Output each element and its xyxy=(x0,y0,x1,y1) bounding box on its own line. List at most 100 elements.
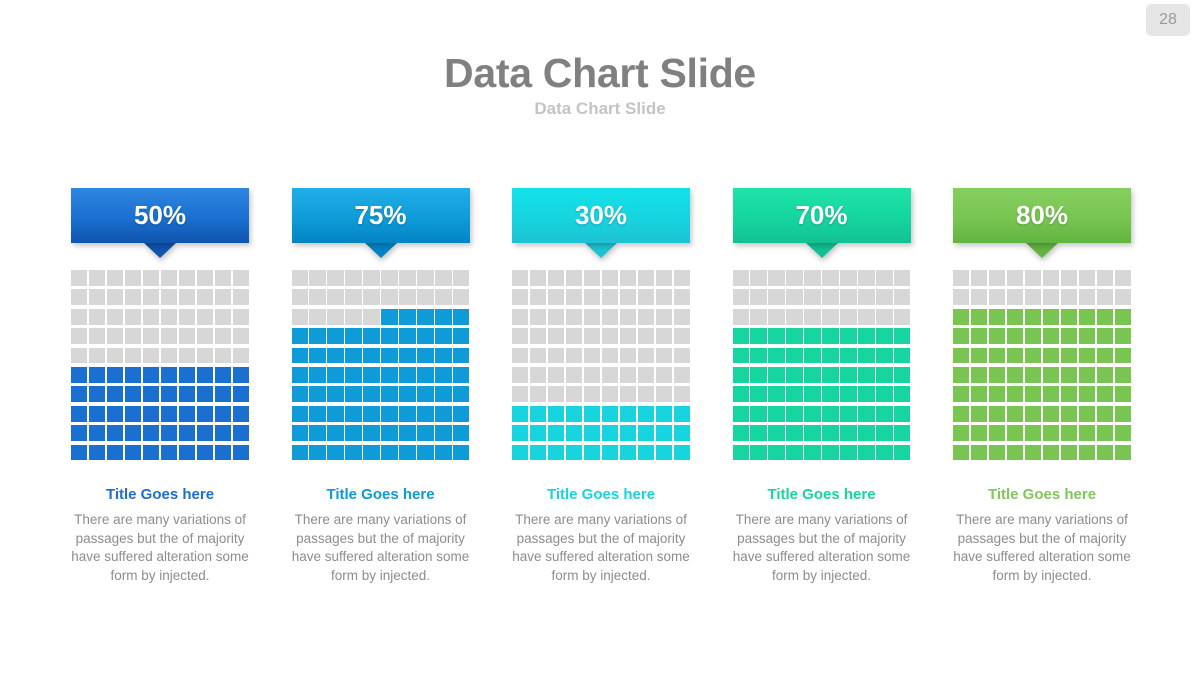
waffle-cell xyxy=(399,405,416,422)
waffle-cell xyxy=(381,444,398,461)
waffle-cell xyxy=(1024,405,1042,422)
waffle-cell xyxy=(1078,366,1096,383)
waffle-cell xyxy=(88,444,106,461)
waffle-cell xyxy=(196,425,214,441)
data-columns-container: 50% Title Goes here There are many variati… xyxy=(62,188,1140,585)
waffle-cell xyxy=(822,386,839,403)
waffle-cell xyxy=(124,270,142,286)
waffle-cell xyxy=(565,308,583,325)
waffle-cell xyxy=(768,444,785,461)
waffle-cell xyxy=(309,425,326,441)
waffle-cell xyxy=(529,308,547,325)
percentage-label: 30% xyxy=(574,200,628,230)
waffle-cell xyxy=(88,386,106,403)
waffle-cell xyxy=(1078,444,1096,461)
waffle-cell xyxy=(565,347,583,364)
waffle-cell xyxy=(327,425,344,441)
waffle-cell xyxy=(106,386,124,403)
waffle-cell xyxy=(768,289,785,306)
percentage-badge-body: 30% xyxy=(512,188,690,243)
percentage-badge[interactable]: 70% xyxy=(732,188,911,258)
waffle-cell xyxy=(1042,308,1060,325)
percentage-badge[interactable]: 30% xyxy=(512,188,690,258)
waffle-cell xyxy=(655,328,673,344)
waffle-cell xyxy=(381,289,398,306)
waffle-cell xyxy=(142,386,160,403)
waffle-cell xyxy=(124,444,142,461)
waffle-cell xyxy=(88,328,106,344)
waffle-cell xyxy=(1024,328,1042,344)
waffle-cell xyxy=(106,328,124,344)
percentage-badge[interactable]: 75% xyxy=(291,188,470,258)
waffle-cell xyxy=(988,347,1006,364)
percentage-label: 70% xyxy=(795,200,848,230)
waffle-cell xyxy=(988,405,1006,422)
waffle-cell xyxy=(988,270,1006,286)
waffle-cell xyxy=(953,366,970,383)
waffle-cell xyxy=(381,425,398,441)
waffle-cell xyxy=(88,366,106,383)
waffle-cell xyxy=(876,444,893,461)
waffle-cell xyxy=(232,308,249,325)
waffle-cell xyxy=(291,366,308,383)
waffle-cell xyxy=(399,289,416,306)
waffle-cell xyxy=(381,386,398,403)
waffle-grid xyxy=(71,270,249,462)
waffle-cell xyxy=(142,270,160,286)
waffle-cell xyxy=(732,308,749,325)
waffle-cell xyxy=(673,289,690,306)
waffle-cell xyxy=(804,405,821,422)
waffle-cell xyxy=(583,270,601,286)
waffle-cell xyxy=(1114,308,1131,325)
waffle-cell xyxy=(529,386,547,403)
waffle-cell xyxy=(894,444,911,461)
waffle-cell xyxy=(673,308,690,325)
waffle-cell xyxy=(196,328,214,344)
waffle-cell xyxy=(953,347,970,364)
waffle-cell xyxy=(399,366,416,383)
waffle-cell xyxy=(160,425,178,441)
waffle-cell xyxy=(309,328,326,344)
waffle-cell xyxy=(547,289,565,306)
waffle-cell xyxy=(1042,328,1060,344)
waffle-cell xyxy=(1078,405,1096,422)
waffle-cell xyxy=(1060,366,1078,383)
waffle-cell xyxy=(840,444,857,461)
waffle-cell xyxy=(876,289,893,306)
waffle-cell xyxy=(601,405,619,422)
waffle-cell xyxy=(381,308,398,325)
waffle-cell xyxy=(1096,444,1114,461)
waffle-cell xyxy=(840,328,857,344)
waffle-cell xyxy=(970,444,988,461)
waffle-cell xyxy=(453,289,470,306)
waffle-cell xyxy=(619,289,637,306)
waffle-cell xyxy=(214,328,232,344)
waffle-cell xyxy=(637,444,655,461)
waffle-cell xyxy=(619,386,637,403)
percentage-badge[interactable]: 80% xyxy=(953,188,1131,258)
percentage-badge[interactable]: 50% xyxy=(71,188,249,258)
waffle-cell xyxy=(822,347,839,364)
waffle-cell xyxy=(160,444,178,461)
waffle-cell xyxy=(1114,270,1131,286)
waffle-cell xyxy=(1060,328,1078,344)
waffle-cell xyxy=(71,347,88,364)
waffle-cell xyxy=(750,425,767,441)
data-column: 80% Title Goes here There are many variati… xyxy=(944,188,1140,585)
badge-pointer-icon xyxy=(144,243,176,258)
waffle-cell xyxy=(894,366,911,383)
waffle-cell xyxy=(363,425,380,441)
waffle-cell xyxy=(71,444,88,461)
waffle-cell xyxy=(178,386,196,403)
waffle-cell xyxy=(840,425,857,441)
waffle-cell xyxy=(435,328,452,344)
waffle-cell xyxy=(1042,444,1060,461)
waffle-cell xyxy=(786,425,803,441)
waffle-cell xyxy=(858,444,875,461)
waffle-cell xyxy=(858,289,875,306)
waffle-cell xyxy=(804,425,821,441)
waffle-cell xyxy=(1006,405,1024,422)
waffle-cell xyxy=(453,386,470,403)
waffle-cell xyxy=(601,347,619,364)
waffle-cell xyxy=(953,386,970,403)
